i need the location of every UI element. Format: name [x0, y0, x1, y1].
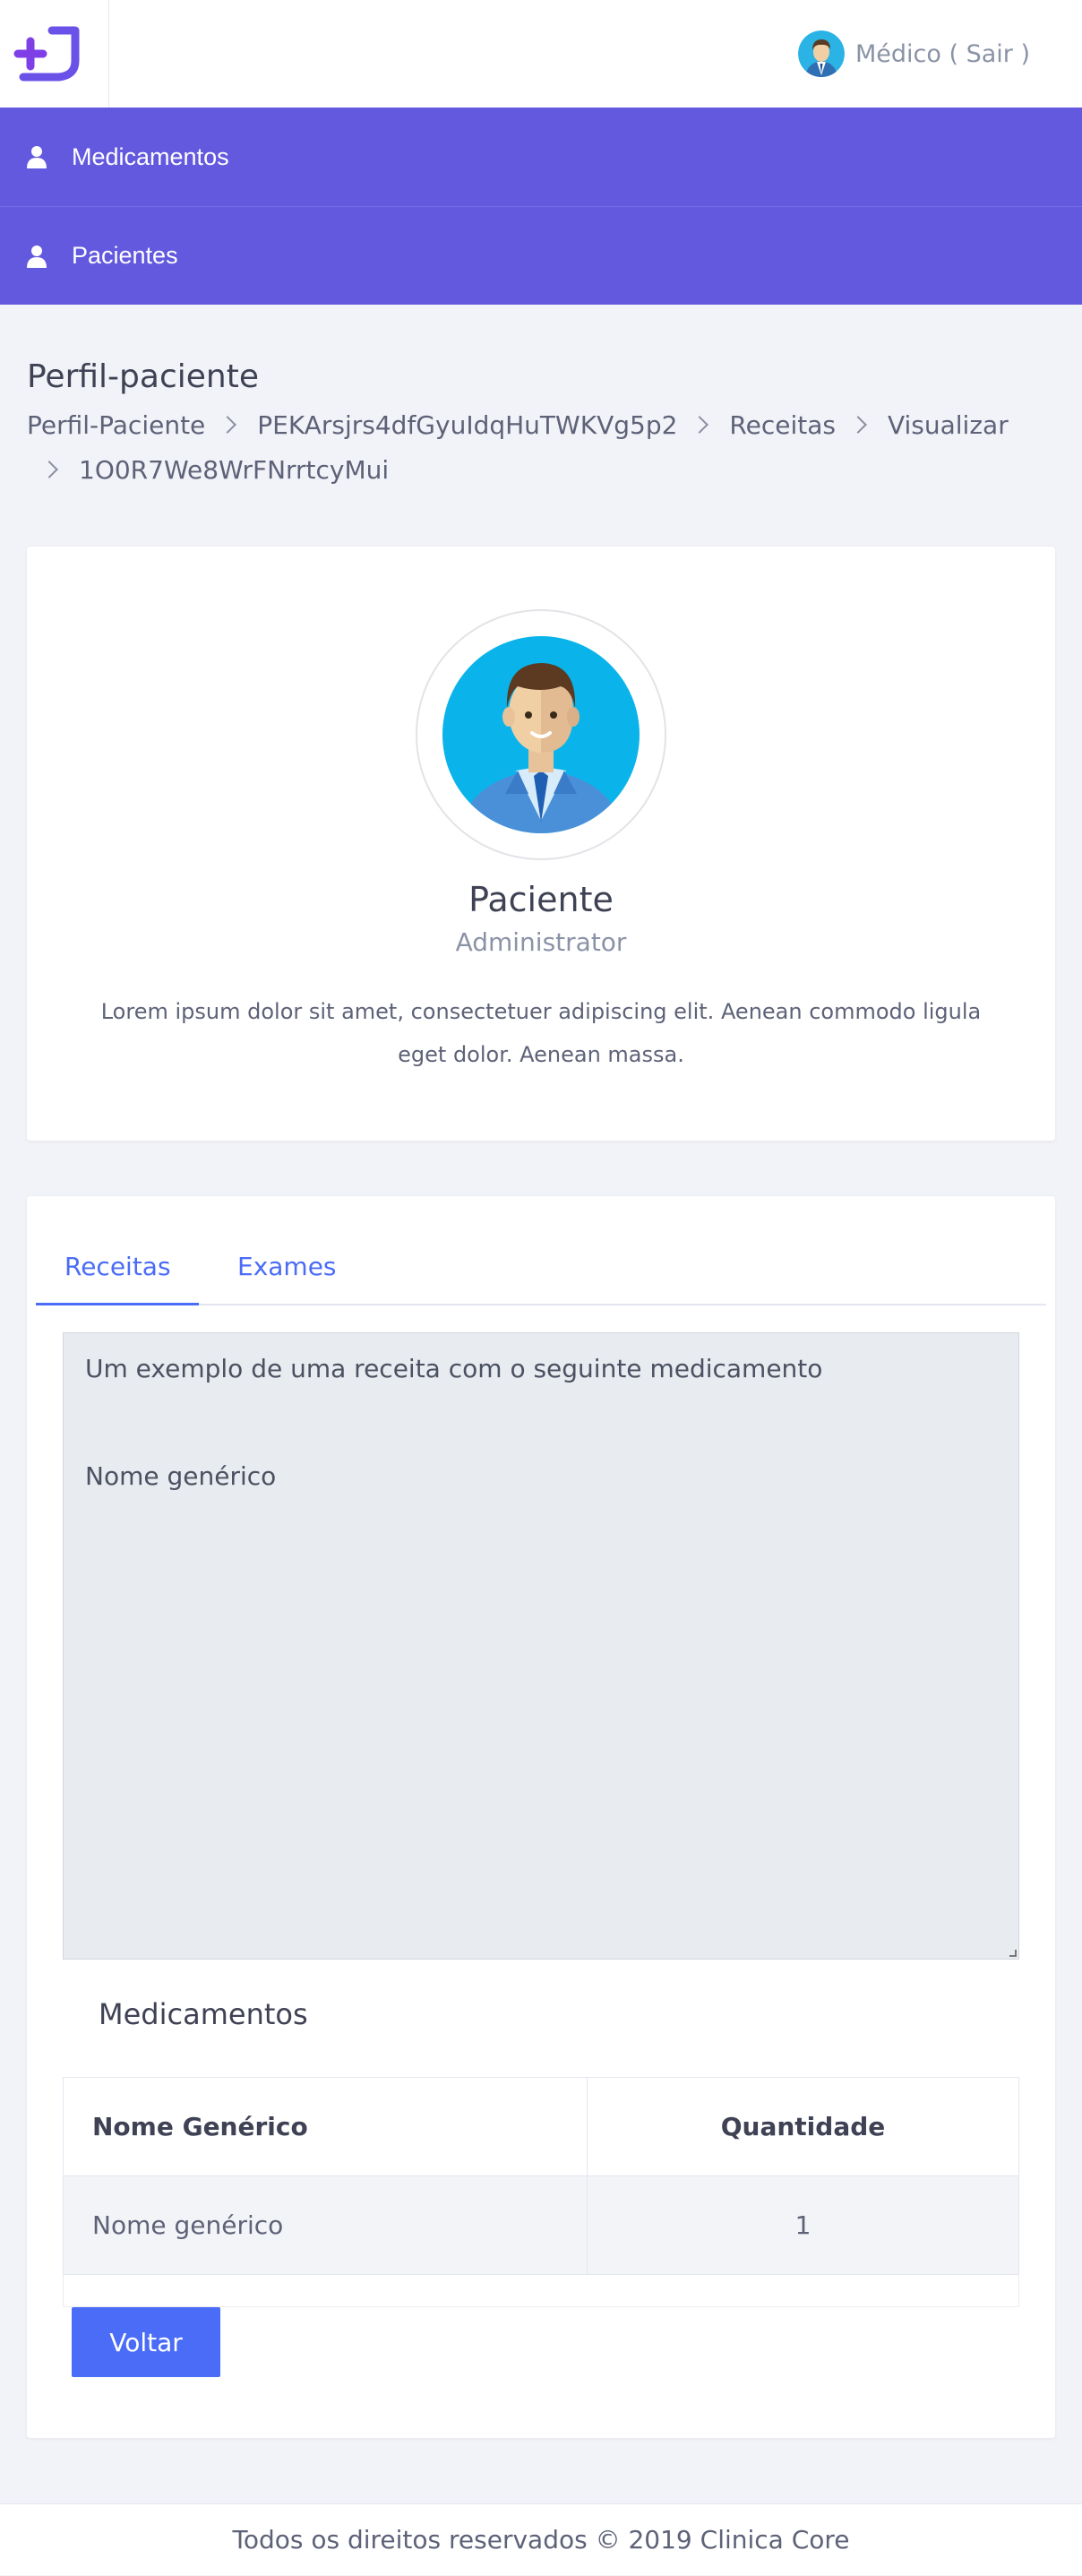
profile-role: Administrator: [455, 927, 627, 957]
resize-handle-icon[interactable]: [1009, 1950, 1017, 1957]
chevron-right-icon: [691, 416, 709, 434]
breadcrumb-item-receita-id: 1O0R7We8WrFNrrtcyMui: [79, 455, 390, 485]
logo[interactable]: [0, 0, 109, 108]
chevron-right-icon: [40, 461, 58, 478]
prescription-line: Um exemplo de uma receita com o seguinte…: [85, 1354, 823, 1383]
tab-receitas[interactable]: Receitas: [64, 1252, 171, 1281]
user-icon: [27, 245, 47, 268]
user-icon: [27, 146, 47, 168]
breadcrumb-item-perfil[interactable]: Perfil-Paciente: [27, 410, 205, 440]
breadcrumb-item-receitas[interactable]: Receitas: [729, 410, 836, 440]
cell-quantidade: 1: [587, 2175, 1019, 2275]
prescription-textarea[interactable]: Um exemplo de uma receita com o seguinte…: [63, 1332, 1019, 1960]
menu-item-label: Medicamentos: [72, 142, 229, 170]
medicamentos-table: Nome Genérico Quantidade Nome genérico 1: [63, 2077, 1019, 2275]
column-header-nome: Nome Genérico: [63, 2077, 588, 2176]
chevron-right-icon: [219, 416, 237, 434]
plus-logo-icon: [13, 26, 80, 82]
profile-card: Paciente Administrator Lorem ipsum dolor…: [27, 547, 1055, 1141]
cell-nome: Nome genérico: [63, 2175, 588, 2275]
profile-name: Paciente: [468, 880, 614, 919]
menu-item-label: Pacientes: [72, 242, 178, 269]
menu-item-pacientes[interactable]: Pacientes: [0, 206, 1082, 305]
side-menu: Medicamentos Pacientes: [0, 108, 1082, 305]
back-button[interactable]: Voltar: [72, 2307, 220, 2377]
breadcrumb: Perfil-Paciente PEKArsjrs4dfGyuIdqHuTWKVg…: [27, 403, 1057, 493]
prescription-card: Receitas Exames Um exemplo de uma receit…: [27, 1196, 1055, 2438]
page-title: Perfil-paciente: [27, 358, 259, 395]
breadcrumb-item-patient-id[interactable]: PEKArsjrs4dfGyuIdqHuTWKVg5p2: [257, 410, 677, 440]
table-footer: [63, 2275, 1019, 2307]
tab-bar: Receitas Exames: [36, 1196, 1046, 1305]
menu-item-medicamentos[interactable]: Medicamentos: [0, 108, 1082, 206]
column-header-quantidade: Quantidade: [587, 2077, 1019, 2176]
logout-link[interactable]: Médico ( Sair ): [855, 40, 1030, 68]
table-header-row: Nome Genérico Quantidade: [63, 2077, 1019, 2176]
prescription-line: Nome genérico: [85, 1461, 277, 1491]
active-tab-indicator: [36, 1303, 199, 1305]
breadcrumb-item-visualizar[interactable]: Visualizar: [888, 410, 1009, 440]
profile-bio: Lorem ipsum dolor sit amet, consectetuer…: [100, 999, 982, 1067]
user-menu[interactable]: Médico ( Sair ): [797, 29, 1030, 79]
medicamentos-heading: Medicamentos: [99, 1997, 308, 2031]
top-bar: Médico ( Sair ): [0, 0, 1082, 108]
table-row: Nome genérico 1: [63, 2175, 1019, 2275]
footer: Todos os direitos reservados © 2019 Clin…: [0, 2503, 1082, 2575]
avatar: [416, 609, 666, 860]
doctor-avatar-icon: [797, 30, 845, 77]
tab-exames[interactable]: Exames: [237, 1252, 337, 1281]
chevron-right-icon: [849, 416, 867, 434]
patient-avatar-icon: [442, 636, 640, 833]
